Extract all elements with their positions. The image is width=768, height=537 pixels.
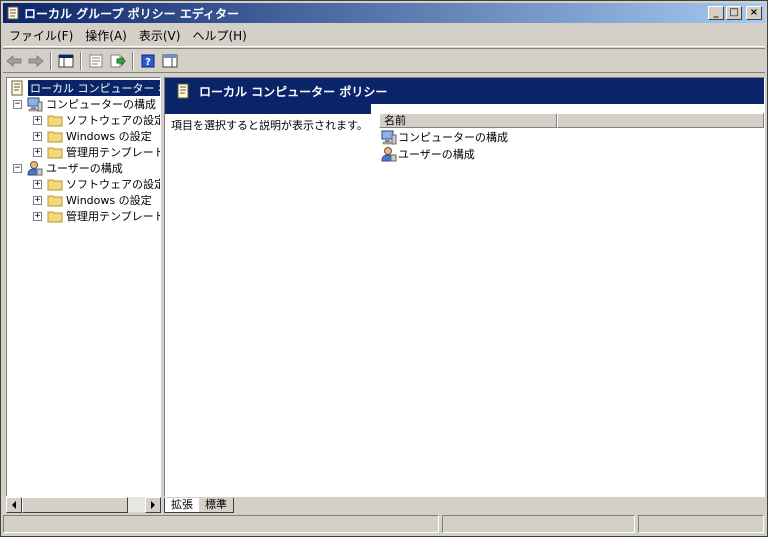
toolbar-separator bbox=[132, 51, 134, 70]
show-hide-tree-button[interactable] bbox=[55, 51, 77, 71]
tree-item-label: 管理用テンプレート bbox=[66, 146, 161, 159]
user-icon bbox=[381, 147, 397, 162]
scroll-thumb[interactable] bbox=[22, 497, 128, 513]
tree-item-computer-config[interactable]: − コンピューターの構成 bbox=[13, 96, 156, 112]
scroll-right-button[interactable] bbox=[145, 497, 161, 513]
tree-item-label: Windows の設定 bbox=[66, 130, 152, 143]
computer-icon bbox=[27, 97, 43, 112]
expand-icon[interactable]: + bbox=[33, 131, 42, 141]
folder-icon bbox=[47, 115, 63, 127]
expand-icon[interactable]: + bbox=[33, 115, 42, 125]
list-item-label: コンピューターの構成 bbox=[398, 131, 508, 144]
column-header-name[interactable]: 名前 bbox=[379, 113, 557, 128]
status-panel bbox=[442, 515, 635, 533]
menu-file[interactable]: ファイル(F) bbox=[3, 27, 79, 45]
policy-document-icon bbox=[11, 80, 23, 96]
minimize-button[interactable]: _ bbox=[708, 6, 724, 20]
menu-bar: ファイル(F) 操作(A) 表示(V) ヘルプ(H) bbox=[3, 25, 765, 47]
scroll-left-arrow-icon bbox=[12, 501, 16, 509]
tree-item-user-windows[interactable]: + Windows の設定 bbox=[33, 192, 152, 208]
toolbar: ? bbox=[3, 48, 765, 73]
column-header-label: 名前 bbox=[384, 114, 406, 127]
app-window: ローカル グループ ポリシー エディター _ □ × ファイル(F) 操作(A)… bbox=[0, 0, 768, 537]
description-text: 項目を選択すると説明が表示されます。 bbox=[171, 119, 368, 132]
back-arrow-icon bbox=[6, 54, 22, 67]
menu-help[interactable]: ヘルプ(H) bbox=[186, 27, 252, 45]
export-list-icon bbox=[110, 54, 126, 67]
toolbar-separator bbox=[80, 51, 82, 70]
view-tabs: 拡張 標準 bbox=[164, 497, 234, 513]
console-tree-icon bbox=[58, 54, 74, 67]
tab-extended[interactable]: 拡張 bbox=[164, 498, 199, 513]
folder-icon bbox=[47, 211, 63, 223]
expand-icon[interactable]: + bbox=[33, 179, 42, 189]
details-header: ローカル コンピューター ポリシー bbox=[165, 78, 764, 104]
tree-horizontal-scrollbar[interactable] bbox=[6, 496, 161, 513]
policy-document-icon bbox=[7, 6, 19, 20]
folder-icon bbox=[47, 131, 63, 143]
console-tree[interactable]: ローカル コンピューター ポリシー − コンピューターの構成 + ソフトウェアの… bbox=[6, 77, 161, 497]
svg-text:?: ? bbox=[145, 57, 151, 68]
window-title: ローカル グループ ポリシー エディター bbox=[24, 6, 239, 21]
list-item-label: ユーザーの構成 bbox=[398, 148, 475, 161]
title-bar[interactable]: ローカル グループ ポリシー エディター _ □ × bbox=[3, 3, 765, 23]
tree-item-computer-admin-templates[interactable]: + 管理用テンプレート bbox=[33, 144, 161, 160]
menu-action[interactable]: 操作(A) bbox=[79, 27, 133, 45]
collapse-icon[interactable]: − bbox=[13, 99, 22, 109]
expand-icon[interactable]: + bbox=[33, 211, 42, 221]
folder-icon bbox=[47, 179, 63, 191]
tree-item-label: 管理用テンプレート bbox=[66, 210, 161, 223]
tree-item-label: Windows の設定 bbox=[66, 194, 152, 207]
expand-icon[interactable]: + bbox=[33, 195, 42, 205]
list-item[interactable]: ユーザーの構成 bbox=[381, 146, 475, 162]
folder-icon bbox=[47, 195, 63, 207]
tree-item-user-config[interactable]: − ユーザーの構成 bbox=[13, 160, 123, 176]
status-panel bbox=[3, 515, 439, 533]
tree-item-label: ソフトウェアの設定 bbox=[66, 178, 161, 191]
details-pane[interactable]: ローカル コンピューター ポリシー 項目を選択すると説明が表示されます。 名前 … bbox=[164, 77, 765, 497]
scroll-right-arrow-icon bbox=[151, 501, 155, 509]
maximize-button[interactable]: □ bbox=[726, 6, 742, 20]
tab-standard[interactable]: 標準 bbox=[199, 498, 234, 513]
menu-view[interactable]: 表示(V) bbox=[133, 27, 187, 45]
tree-root-label: ローカル コンピューター ポリシー bbox=[27, 79, 160, 97]
tree-item-computer-windows[interactable]: + Windows の設定 bbox=[33, 128, 152, 144]
tree-item-user-admin-templates[interactable]: + 管理用テンプレート bbox=[33, 208, 161, 224]
computer-icon bbox=[381, 130, 397, 145]
list-item[interactable]: コンピューターの構成 bbox=[381, 129, 508, 145]
scroll-left-button[interactable] bbox=[6, 497, 22, 513]
tree-item-label: ソフトウェアの設定 bbox=[66, 114, 161, 127]
folder-icon bbox=[47, 147, 63, 159]
tree-item-label: ユーザーの構成 bbox=[46, 162, 123, 175]
status-panel bbox=[638, 515, 764, 533]
help-icon: ? bbox=[141, 54, 155, 68]
back-button[interactable] bbox=[3, 51, 25, 71]
column-header-empty[interactable] bbox=[557, 113, 764, 128]
export-list-button[interactable] bbox=[107, 51, 129, 71]
toolbar-separator bbox=[50, 51, 52, 70]
properties-icon bbox=[89, 54, 103, 67]
show-action-pane-button[interactable] bbox=[159, 51, 181, 71]
collapse-icon[interactable]: − bbox=[13, 163, 22, 173]
maximize-icon: □ bbox=[729, 7, 739, 18]
tree-item-user-software[interactable]: + ソフトウェアの設定 bbox=[33, 176, 161, 192]
properties-button[interactable] bbox=[85, 51, 107, 71]
tree-item-computer-software[interactable]: + ソフトウェアの設定 bbox=[33, 112, 161, 128]
tree-root[interactable]: ローカル コンピューター ポリシー bbox=[9, 79, 160, 97]
close-icon: × bbox=[749, 7, 759, 18]
minimize-icon: _ bbox=[713, 7, 719, 18]
header-tab-extension bbox=[165, 104, 371, 114]
details-header-title: ローカル コンピューター ポリシー bbox=[199, 84, 388, 99]
forward-button[interactable] bbox=[25, 51, 47, 71]
action-pane-icon bbox=[162, 54, 178, 67]
tree-item-label: コンピューターの構成 bbox=[46, 98, 156, 111]
user-icon bbox=[27, 161, 43, 176]
expand-icon[interactable]: + bbox=[33, 147, 42, 157]
list-header: 名前 bbox=[379, 113, 764, 128]
close-button[interactable]: × bbox=[746, 6, 762, 20]
status-bar bbox=[3, 515, 765, 534]
forward-arrow-icon bbox=[28, 54, 44, 67]
help-button[interactable]: ? bbox=[137, 51, 159, 71]
policy-document-icon bbox=[177, 83, 189, 99]
